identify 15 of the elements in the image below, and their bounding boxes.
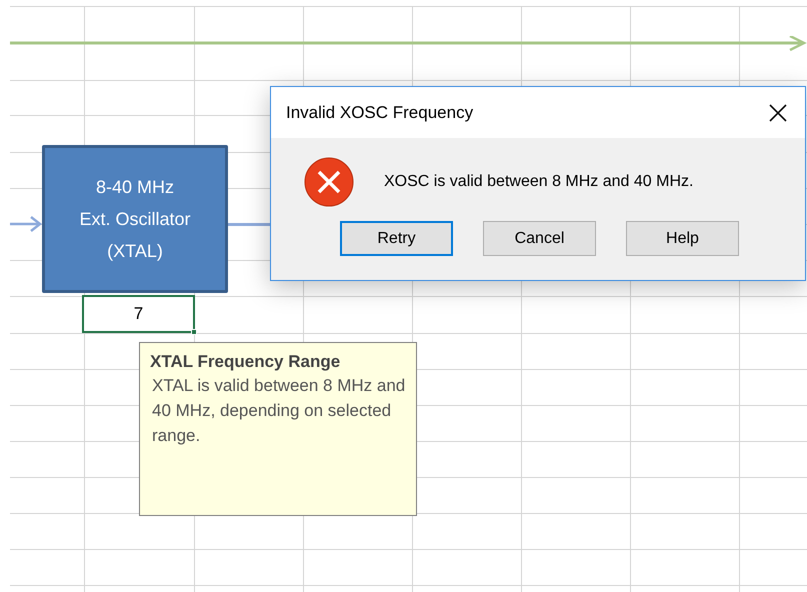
block-label: 8-40 MHz	[96, 176, 174, 199]
dialog-button[interactable]: Help	[626, 221, 739, 256]
block-label: Ext. Oscillator	[79, 208, 191, 231]
dialog-button[interactable]: Cancel	[483, 221, 596, 256]
dialog-message: XOSC is valid between 8 MHz and 40 MHz.	[384, 172, 694, 192]
block-label: (XTAL)	[107, 240, 163, 263]
error-icon	[304, 157, 354, 207]
close-icon[interactable]	[769, 104, 787, 122]
table-cell[interactable]: 7	[82, 295, 195, 333]
arrow	[10, 216, 42, 232]
dialog-button[interactable]: Retry	[340, 221, 453, 256]
dialog-title: Invalid XOSC Frequency	[286, 102, 474, 124]
comment-text: XTAL is valid between 8 MHz and 40 MHz, depending on selected range.	[151, 375, 406, 447]
connector-line	[228, 223, 272, 226]
comment-title: XTAL Frequency Range	[150, 351, 342, 373]
